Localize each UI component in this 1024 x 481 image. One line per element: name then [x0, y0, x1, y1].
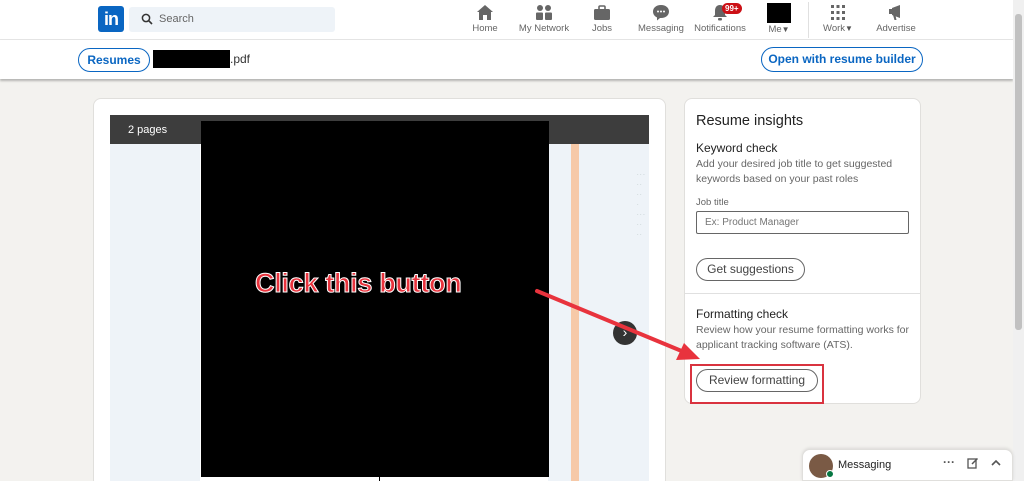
resumes-button[interactable]: Resumes: [78, 48, 150, 72]
linkedin-logo[interactable]: in: [98, 6, 124, 32]
nav-messaging-label: Messaging: [638, 23, 684, 34]
nav-home-label: Home: [472, 23, 498, 34]
nav-me-label: Me: [768, 24, 782, 35]
resume-insights-card: Resume insights Keyword check Add your d…: [684, 98, 921, 404]
redacted-document-content: [201, 121, 549, 477]
resume-subheader: Resumes .pdf Open with resume builder: [0, 40, 1013, 79]
open-resume-builder-button[interactable]: Open with resume builder: [761, 47, 923, 72]
search-bar[interactable]: Search: [129, 7, 335, 32]
home-icon: [477, 5, 493, 20]
nav-jobs[interactable]: Jobs: [588, 4, 616, 34]
nav-my-network[interactable]: My Network: [516, 4, 572, 34]
nav-advertise[interactable]: Advertise: [874, 4, 918, 34]
nav-work[interactable]: Work▼: [820, 4, 856, 34]
nav-jobs-label: Jobs: [591, 23, 613, 34]
scrollbar-thumb[interactable]: [1015, 14, 1022, 330]
briefcase-icon: [594, 5, 610, 20]
formatting-check-title: Formatting check: [696, 307, 789, 321]
nav-notifications-label: Notifications: [694, 23, 746, 34]
avatar[interactable]: [767, 3, 791, 23]
insights-title: Resume insights: [696, 113, 804, 129]
online-status-icon: [826, 470, 834, 478]
keyword-check-title: Keyword check: [696, 141, 778, 155]
nav-messaging[interactable]: Messaging: [638, 4, 684, 34]
get-suggestions-button[interactable]: Get suggestions: [696, 258, 805, 281]
document-faint-text: · · · · · · · · · · · · · · ·: [637, 172, 645, 238]
nav-divider: [808, 2, 809, 38]
search-placeholder: Search: [159, 13, 194, 25]
page-count: 2 pages: [128, 124, 168, 136]
annotation-text: Click this button: [254, 268, 462, 299]
grid-icon: [831, 5, 845, 20]
notification-badge: 99+: [722, 3, 742, 14]
chevron-down-icon: ▼: [845, 24, 853, 33]
document-page-right: [548, 144, 649, 481]
network-icon: [536, 5, 552, 20]
chat-icon: [653, 5, 669, 21]
insights-divider: [685, 293, 920, 294]
chevron-down-icon: ▼: [781, 25, 790, 34]
nav-work-label: Work: [823, 23, 846, 34]
review-formatting-button[interactable]: Review formatting: [696, 369, 818, 392]
messaging-dock[interactable]: Messaging ···: [802, 449, 1013, 481]
text-caret: [379, 476, 380, 481]
nav-notifications[interactable]: Notifications 99+: [694, 3, 746, 34]
formatting-check-description: Review how your resume formatting works …: [696, 324, 909, 351]
compose-icon[interactable]: [967, 457, 979, 469]
document-accent-strip: [571, 144, 579, 481]
nav-my-network-label: My Network: [518, 23, 570, 34]
advertise-icon: [889, 5, 900, 20]
keyword-check-description: Add your desired job title to get sugges…: [696, 158, 893, 185]
nav-home[interactable]: Home: [468, 4, 502, 34]
redacted-filename: [153, 50, 230, 68]
search-icon: [141, 13, 153, 25]
nav-advertise-label: Advertise: [876, 23, 916, 34]
next-page-button[interactable]: ›: [613, 321, 637, 345]
page-scrollbar[interactable]: [1013, 0, 1024, 481]
nav-me[interactable]: Me▼: [762, 24, 796, 35]
document-page-left: [110, 144, 200, 481]
chevron-up-icon[interactable]: [990, 457, 1002, 469]
job-title-input[interactable]: [696, 211, 909, 234]
top-nav: in Search Home My Network Jobs Messaging…: [0, 0, 1013, 40]
more-options-icon[interactable]: ···: [943, 455, 955, 469]
job-title-label: Job title: [696, 197, 729, 208]
file-extension: .pdf: [230, 52, 251, 66]
messaging-dock-label: Messaging: [838, 459, 892, 471]
